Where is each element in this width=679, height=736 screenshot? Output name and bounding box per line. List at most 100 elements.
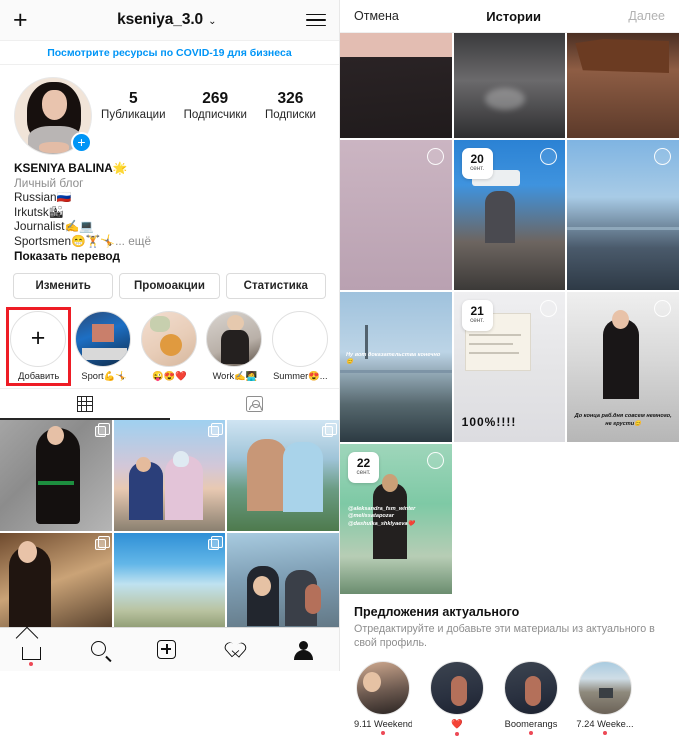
suggested-label: Boomerangs: [504, 719, 558, 729]
suggested-highlight[interactable]: Boomerangs: [502, 661, 560, 736]
nav-add-post[interactable]: [157, 638, 181, 662]
story-picker-header: Отмена Истории Далее: [340, 0, 679, 33]
bio-block: KSENIYA BALINA🌟 Личный блог Russian🇷🇺 Ir…: [0, 159, 339, 264]
highlight-label: 😜😍❤️: [152, 370, 187, 381]
story-caption: 100%!!!!: [461, 415, 517, 429]
story-archive-grid: 20 сент. Ну вот доказательства конечно😊 …: [340, 33, 679, 594]
highlight-cover: [75, 310, 132, 367]
nav-home[interactable]: [21, 638, 46, 666]
insights-button[interactable]: Статистика: [225, 272, 326, 299]
highlight-add-new[interactable]: + Добавить: [5, 306, 72, 386]
show-translation-link[interactable]: Показать перевод: [14, 249, 325, 264]
story-thumbnail[interactable]: 21 сент. 100%!!!!: [453, 292, 566, 442]
story-thumbnail[interactable]: 20 сент.: [453, 140, 566, 290]
stat-label: Публикации: [101, 109, 166, 121]
stat-following[interactable]: 326 Подписки: [265, 90, 316, 121]
suggested-highlights-row: 9.11 Weekend ❤️ Boomerangs 7.24 Weeke...: [340, 650, 679, 736]
nav-profile[interactable]: [293, 638, 317, 662]
bio-category: Личный блог: [14, 175, 84, 190]
stat-label: Подписчики: [183, 109, 247, 121]
post-thumbnail[interactable]: [0, 419, 112, 531]
selection-circle[interactable]: [653, 148, 671, 165]
story-thumbnail[interactable]: [567, 33, 679, 138]
edit-profile-button[interactable]: Изменить: [13, 272, 114, 299]
carousel-icon: [321, 423, 337, 437]
story-thumbnail[interactable]: До конца раб.дня совсем немного, не грус…: [567, 292, 679, 442]
stat-posts[interactable]: 5 Публикации: [101, 90, 165, 121]
bio-line-1: Russian🇷🇺: [14, 190, 72, 204]
chevron-down-icon: ⌄: [208, 15, 217, 27]
highlight-item[interactable]: Summer😍...: [271, 310, 329, 382]
story-caption: @aleksandra_fsm_winter @melissatapozar @…: [348, 506, 416, 527]
date-day: 21: [470, 304, 484, 318]
nav-activity[interactable]: [225, 638, 249, 662]
date-month: сент.: [470, 317, 485, 324]
stat-followers[interactable]: 269 Подписчики: [184, 90, 247, 121]
hamburger-icon[interactable]: [305, 13, 326, 27]
avatar[interactable]: +: [14, 77, 92, 155]
stat-value: 5: [128, 90, 138, 107]
suggested-highlight[interactable]: 7.24 Weeke...: [576, 661, 634, 736]
suggested-cover: [504, 661, 558, 715]
unseen-dot: [455, 732, 459, 736]
selection-circle[interactable]: [426, 148, 444, 165]
story-thumbnail[interactable]: Ну вот доказательства конечно😊: [340, 292, 452, 442]
carousel-icon: [94, 423, 110, 437]
bio-line-4-text: Sportsmen😁🏋️🤸: [14, 233, 116, 248]
story-thumbnail[interactable]: [453, 33, 566, 138]
highlight-label: Добавить: [18, 370, 60, 381]
story-thumbnail[interactable]: [567, 140, 679, 290]
posts-grid: [0, 419, 339, 644]
selection-circle[interactable]: [540, 148, 558, 165]
bio-line-3: Journalist✍️💻: [14, 219, 94, 233]
highlight-cover: [140, 310, 197, 367]
post-thumbnail[interactable]: [227, 419, 339, 531]
suggested-label: 7.24 Weeke...: [576, 719, 634, 729]
story-thumbnail[interactable]: [340, 140, 452, 290]
highlight-item[interactable]: 😜😍❤️: [140, 310, 198, 382]
suggested-highlight[interactable]: 9.11 Weekend: [354, 661, 412, 736]
story-thumbnail[interactable]: [340, 33, 452, 138]
bio-more-link[interactable]: ... ещё: [115, 234, 151, 248]
highlight-cover: [206, 310, 263, 367]
nav-search[interactable]: [90, 638, 114, 662]
unseen-dot: [603, 731, 607, 735]
carousel-icon: [94, 536, 110, 550]
selection-circle[interactable]: [426, 452, 444, 469]
add-story-icon[interactable]: +: [71, 132, 92, 153]
app-header: + kseniya_3.0 ⌄: [0, 0, 339, 40]
unseen-dot: [529, 731, 533, 735]
tab-tagged[interactable]: [170, 389, 340, 420]
notification-dot: [28, 661, 33, 666]
tagged-person-icon: [245, 396, 263, 412]
date-month: сент.: [470, 165, 485, 172]
account-switcher[interactable]: kseniya_3.0 ⌄: [117, 11, 216, 29]
selection-circle[interactable]: [540, 300, 558, 317]
post-thumbnail[interactable]: [113, 419, 226, 531]
highlight-item[interactable]: Work✍️🧑‍💻: [206, 310, 263, 382]
suggested-cover: [356, 661, 410, 715]
selection-circle[interactable]: [653, 300, 671, 317]
covid-banner-text: Посмотрите ресурсы по COVID-19 для бизне…: [47, 46, 292, 59]
bio-display-name: KSENIYA BALINA🌟: [14, 161, 128, 175]
story-thumbnail[interactable]: 22 сент. @aleksandra_fsm_winter @melissa…: [340, 444, 452, 594]
cancel-button[interactable]: Отмена: [354, 9, 399, 23]
highlight-item[interactable]: Sport💪🤸: [75, 310, 132, 382]
highlight-label: Sport💪🤸: [81, 370, 127, 381]
next-button[interactable]: Далее: [628, 9, 665, 23]
promotions-button[interactable]: Промоакции: [119, 272, 220, 299]
tab-grid[interactable]: [0, 389, 170, 420]
page-title: Истории: [486, 8, 541, 24]
profile-summary: + 5 Публикации 269 Подписчики 326 Подпис…: [0, 65, 339, 159]
highlight-label: Work✍️🧑‍💻: [212, 370, 258, 381]
highlight-cover: [271, 310, 328, 367]
suggested-cover: [578, 661, 632, 715]
date-badge: 22 сент.: [348, 452, 379, 483]
date-day: 22: [356, 456, 371, 470]
suggested-highlight[interactable]: ❤️: [428, 661, 486, 736]
add-icon[interactable]: +: [13, 7, 28, 33]
covid-banner[interactable]: Посмотрите ресурсы по COVID-19 для бизне…: [0, 40, 339, 65]
instagram-profile-panel: + kseniya_3.0 ⌄ Посмотрите ресурсы по CO…: [0, 0, 340, 671]
section-title: Предложения актуального: [354, 605, 520, 619]
bottom-navigation: [0, 627, 339, 671]
